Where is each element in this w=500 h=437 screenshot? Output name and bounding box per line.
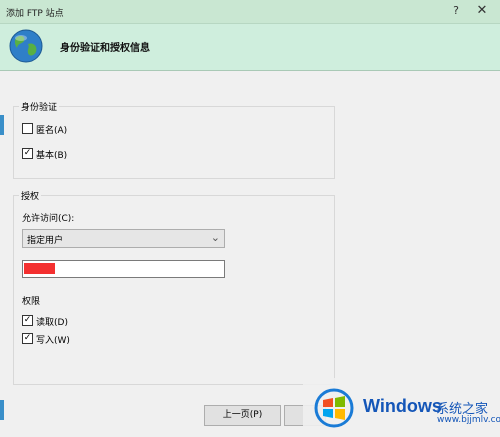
title-bar: 添加 FTP 站点 ? ✕ [0, 0, 500, 24]
watermark-brand: Windows [363, 396, 442, 416]
background-window-edge [0, 115, 4, 135]
allow-access-label: 允许访问(C): [22, 214, 75, 224]
basic-label: 基本(B) [36, 151, 68, 161]
globe-icon [9, 29, 43, 63]
redaction-mark [24, 263, 55, 274]
watermark: Windows 系统之家 www.bjjmlv.com [303, 378, 500, 437]
anonymous-label: 匿名(A) [36, 126, 68, 136]
allow-access-dropdown[interactable]: 指定用户 ⌄ [22, 229, 225, 248]
page-title: 身份验证和授权信息 [60, 43, 150, 54]
permissions-label: 权限 [22, 297, 41, 307]
user-name-field[interactable] [22, 260, 225, 278]
background-window-edge [0, 400, 4, 420]
window-title: 添加 FTP 站点 [6, 9, 64, 19]
chevron-down-icon: ⌄ [210, 231, 220, 244]
anonymous-checkbox[interactable] [22, 123, 33, 134]
authorization-label: 授权 [19, 189, 42, 202]
read-label: 读取(D) [36, 318, 68, 328]
basic-checkbox[interactable]: ✓ [22, 148, 33, 159]
read-checkbox[interactable]: ✓ [22, 315, 33, 326]
close-button[interactable]: ✕ [474, 3, 490, 18]
watermark-url: www.bjjmlv.com [437, 415, 500, 425]
write-label: 写入(W) [36, 336, 70, 346]
wizard-header: 身份验证和授权信息 [0, 24, 500, 71]
windows-logo-icon [314, 388, 354, 428]
authentication-group [13, 106, 335, 179]
help-button[interactable]: ? [449, 4, 463, 17]
write-checkbox[interactable]: ✓ [22, 333, 33, 344]
previous-button[interactable]: 上一页(P) [204, 405, 281, 426]
authentication-label: 身份验证 [19, 100, 60, 113]
allow-access-value: 指定用户 [27, 236, 64, 246]
